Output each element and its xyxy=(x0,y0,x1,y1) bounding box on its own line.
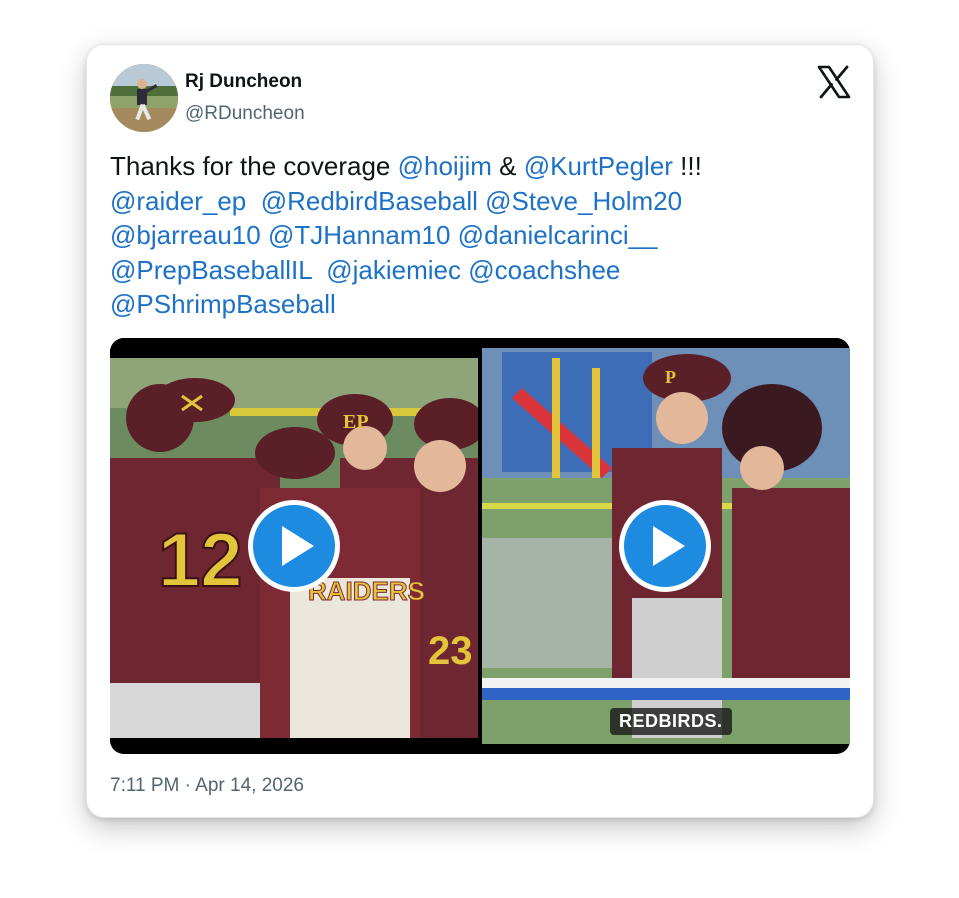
mention-link[interactable]: @danielcarinci__ xyxy=(458,220,658,250)
cap-logo-p: P xyxy=(665,367,676,387)
jersey-number-12: 12 xyxy=(158,518,243,603)
mention-link[interactable]: @RedbirdBaseball xyxy=(261,186,478,216)
mention-link[interactable]: @TJHannam10 xyxy=(268,220,450,250)
jersey-number-23: 23 xyxy=(428,629,473,673)
media-grid: EP 12 RAIDERS 23 P REDBIRDS. xyxy=(110,338,850,754)
mention-link[interactable]: @jakiemiec xyxy=(326,255,461,285)
tweet-text-segment: !!! xyxy=(672,151,702,181)
video-thumbnail-right[interactable]: P REDBIRDS. xyxy=(482,338,850,754)
tweet-text-segment xyxy=(246,186,260,216)
play-icon xyxy=(282,526,314,566)
video-thumbnail-left[interactable]: EP 12 RAIDERS 23 xyxy=(110,338,478,754)
mention-link[interactable]: @PrepBaseballIL xyxy=(110,255,312,285)
author-handle[interactable]: @RDuncheon xyxy=(185,103,305,125)
tweet-line: @PShrimpBaseball xyxy=(110,287,810,322)
x-logo-icon[interactable] xyxy=(817,65,851,99)
mention-link[interactable]: @Steve_Holm20 xyxy=(485,186,682,216)
tweet-card: Rj Duncheon @RDuncheon Thanks for the co… xyxy=(86,44,874,818)
play-button-right[interactable] xyxy=(619,500,711,592)
mention-link[interactable]: @hoijim xyxy=(398,151,492,181)
tweet-text-segment xyxy=(450,220,457,250)
play-icon xyxy=(653,526,685,566)
tweet-text: Thanks for the coverage @hoijim & @KurtP… xyxy=(110,149,810,322)
mention-link[interactable]: @raider_ep xyxy=(110,186,246,216)
tweet-text-segment xyxy=(261,220,268,250)
tweet-text-segment: & xyxy=(491,151,524,181)
jersey-team-text: RAIDERS xyxy=(308,576,425,606)
mention-link[interactable]: @PShrimpBaseball xyxy=(110,289,336,319)
mention-link[interactable]: @bjarreau10 xyxy=(110,220,261,250)
tweet-timestamp[interactable]: 7:11 PM · Apr 14, 2026 xyxy=(110,775,304,797)
cap-logo-ep: EP xyxy=(343,411,369,433)
tweet-text-segment: Thanks for the coverage xyxy=(110,151,398,181)
mention-link[interactable]: @KurtPegler xyxy=(524,151,673,181)
tweet-line: Thanks for the coverage @hoijim & @KurtP… xyxy=(110,149,810,184)
tweet-line: @bjarreau10 @TJHannam10 @danielcarinci__ xyxy=(110,218,810,253)
play-button-left[interactable] xyxy=(248,500,340,592)
tweet-line: @raider_ep @RedbirdBaseball @Steve_Holm2… xyxy=(110,184,810,219)
video-caption: REDBIRDS. xyxy=(610,708,732,735)
author-avatar[interactable] xyxy=(110,64,178,132)
mention-link[interactable]: @coachshee xyxy=(468,255,620,285)
avatar-photo xyxy=(110,64,178,132)
tweet-text-segment xyxy=(312,255,326,285)
author-name[interactable]: Rj Duncheon xyxy=(185,71,302,93)
tweet-line: @PrepBaseballIL @jakiemiec @coachshee xyxy=(110,253,810,288)
